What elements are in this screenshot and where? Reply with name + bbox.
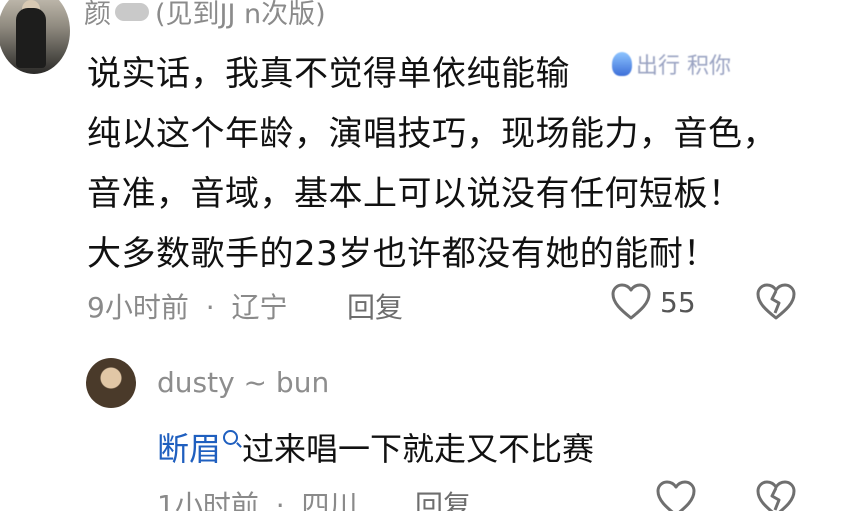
comment-line-1: 说实话，我真不觉得单依纯能输 <box>87 54 570 94</box>
comment-meta: 9小时前 · 辽宁 <box>87 286 288 326</box>
comment-location: 辽宁 <box>231 291 288 324</box>
comment-badge: 出行 积你 <box>612 48 731 80</box>
broken-heart-outline-icon[interactable] <box>755 480 797 511</box>
reply-time: 1小时前 <box>157 489 259 511</box>
reply-avatar[interactable] <box>86 358 136 408</box>
reply-content: 断眉 过来唱一下就走又不比赛 <box>157 424 594 470</box>
heart-outline-icon[interactable] <box>610 283 652 321</box>
comment-line-3: 音准，音域，基本上可以说没有任何短板！ <box>87 174 743 214</box>
reply-text: 过来唱一下就走又不比赛 <box>242 430 595 468</box>
username-text: 颜 <box>84 0 111 30</box>
avatar-body-shape <box>16 8 46 68</box>
heart-outline-icon[interactable] <box>655 480 697 511</box>
sheep-icon <box>115 2 149 21</box>
meta-separator: · <box>205 291 215 324</box>
mention-link[interactable]: 断眉 <box>157 424 221 470</box>
reply-meta: 1小时前 · 四川 <box>157 484 358 511</box>
badge-text: 出行 积你 <box>636 54 731 79</box>
comment-username[interactable]: 颜 (见到JJ n次版) <box>84 0 326 31</box>
meta-separator: · <box>275 489 285 511</box>
like-count: 55 <box>660 286 696 319</box>
avatar[interactable] <box>0 0 70 74</box>
water-drop-icon <box>612 52 632 76</box>
comment-line-4: 大多数歌手的23岁也许都没有她的能耐！ <box>87 234 718 274</box>
reply-location: 四川 <box>301 489 358 511</box>
reply-button[interactable]: 回复 <box>347 286 403 326</box>
broken-heart-outline-icon[interactable] <box>755 283 797 321</box>
comment-time: 9小时前 <box>87 291 189 324</box>
username-suffix: (见到JJ n次版) <box>155 0 326 30</box>
magnifier-mini-icon <box>223 429 239 445</box>
comment-thread-screen: 颜 (见到JJ n次版) 说实话，我真不觉得单依纯能输 出行 积你 纯以这个年龄… <box>0 0 862 511</box>
reply-username[interactable]: dusty ~ bun <box>157 366 329 399</box>
comment-line-2: 纯以这个年龄，演唱技巧，现场能力，音色， <box>87 114 777 154</box>
reply-reply-button[interactable]: 回复 <box>415 484 471 511</box>
